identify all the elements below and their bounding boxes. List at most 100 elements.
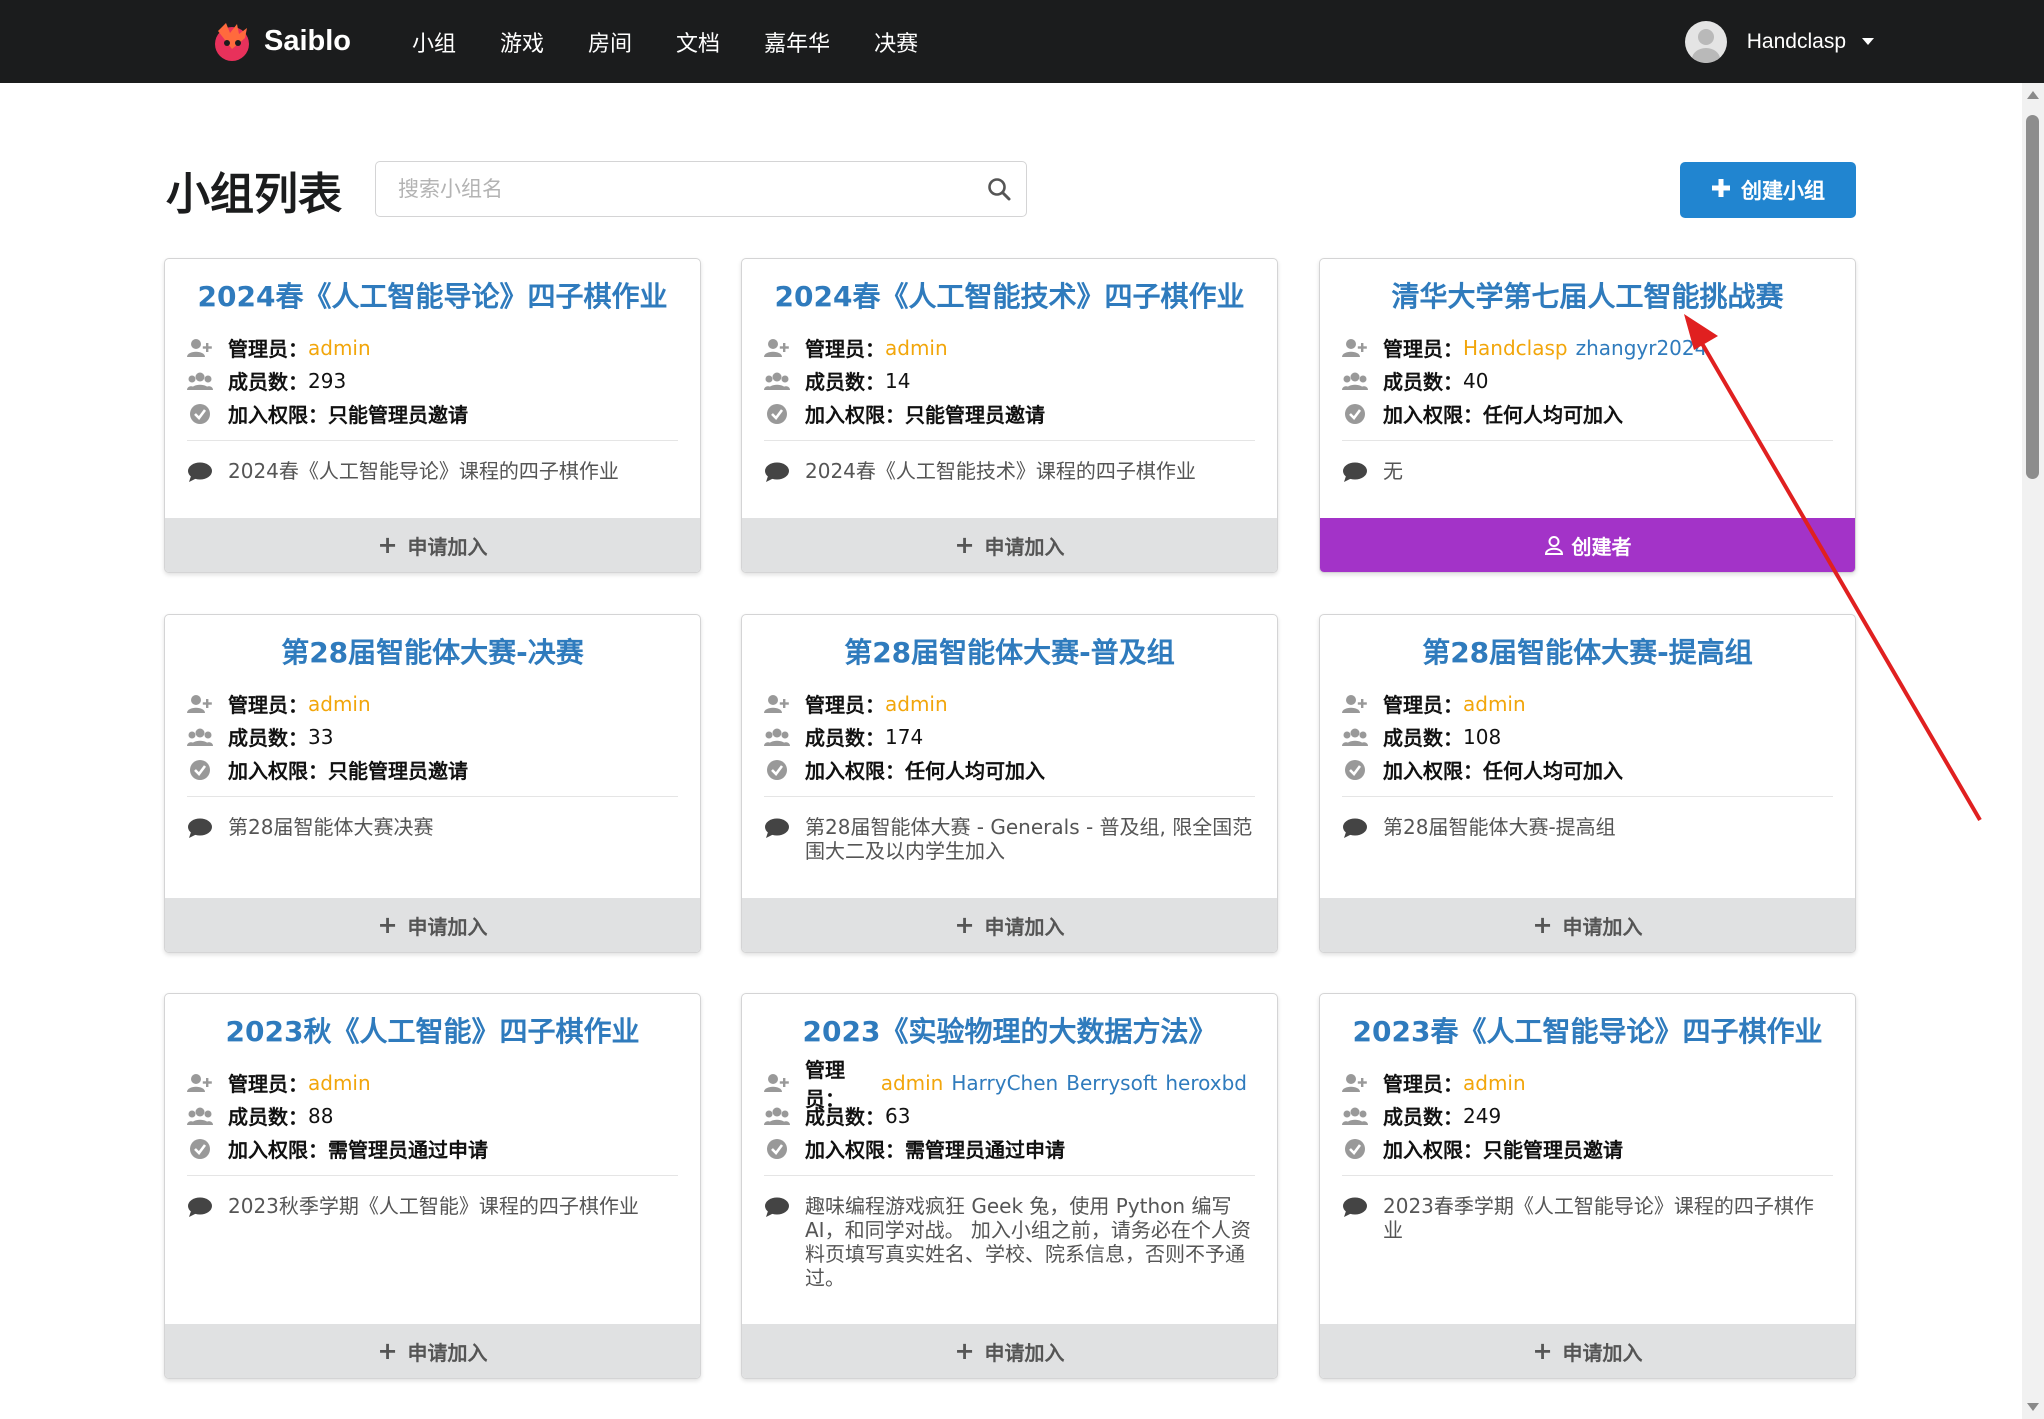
username[interactable]: Handclasp — [1747, 30, 1846, 54]
group-title[interactable]: 第28届智能体大赛-提高组 — [1320, 631, 1855, 671]
member-count: 88 — [308, 1103, 334, 1128]
comment-icon — [1342, 815, 1368, 844]
avatar[interactable] — [1684, 20, 1727, 63]
group-card: 清华大学第七届人工智能挑战赛 管理员： Handclasp zhangyr2024… — [1319, 258, 1856, 573]
comment-icon — [187, 459, 213, 488]
plus-icon: + — [954, 911, 975, 939]
permission-label: 加入权限： — [805, 1138, 905, 1162]
scrollbar[interactable] — [2022, 83, 2044, 1419]
page-title: 小组列表 — [166, 169, 342, 220]
apply-join-button[interactable]: + 申请加入 — [742, 898, 1277, 952]
admin-name[interactable]: admin — [1463, 1071, 1526, 1095]
members-label: 成员数： — [805, 370, 885, 394]
group-meta: 管理员： admin 成员数： 14 加入权限： 只能管理员邀请 — [764, 331, 1255, 430]
comment-icon — [764, 459, 790, 488]
admin-name[interactable]: admin — [885, 336, 948, 360]
permission-value: 需管理员通过申请 — [905, 1138, 1065, 1162]
group-title[interactable]: 2024春《人工智能导论》四子棋作业 — [165, 275, 700, 315]
nav-item-groups[interactable]: 小组 — [412, 26, 456, 58]
admin-name[interactable]: HarryChen — [951, 1071, 1058, 1095]
group-title[interactable]: 清华大学第七届人工智能挑战赛 — [1320, 275, 1855, 315]
admin-name[interactable]: admin — [308, 692, 371, 716]
members-row: 成员数： 293 — [187, 364, 678, 397]
admin-name[interactable]: admin — [881, 1071, 944, 1095]
group-card: 2023《实验物理的大数据方法》 管理员： admin HarryChen Berr… — [741, 993, 1278, 1379]
scrollbar-thumb[interactable] — [2026, 115, 2039, 479]
search-icon[interactable] — [986, 176, 1012, 202]
creator-button[interactable]: 创建者 — [1320, 518, 1855, 572]
brand-name: Saiblo — [264, 24, 352, 57]
caret-down-icon[interactable] — [1862, 38, 1874, 45]
apply-join-button[interactable]: + 申请加入 — [165, 1324, 700, 1378]
user-plus-icon — [187, 693, 213, 715]
check-circle-icon — [1342, 403, 1368, 425]
nav-item-docs[interactable]: 文档 — [676, 26, 720, 58]
check-circle-icon — [1342, 759, 1368, 781]
permission-value: 任何人均可加入 — [1483, 403, 1623, 427]
group-title[interactable]: 2023《实验物理的大数据方法》 — [742, 1010, 1277, 1050]
group-meta: 管理员： admin 成员数： 293 加入权限： 只能管理员邀请 — [187, 331, 678, 430]
nav-item-rooms[interactable]: 房间 — [588, 26, 632, 58]
group-description: 2023秋季学期《人工智能》课程的四子棋作业 — [187, 1194, 678, 1223]
group-description: 2023春季学期《人工智能导论》课程的四子棋作业 — [1342, 1194, 1833, 1242]
users-icon — [187, 370, 213, 392]
members-row: 成员数： 108 — [1342, 720, 1833, 753]
description-text: 2023春季学期《人工智能导论》课程的四子棋作业 — [1383, 1194, 1814, 1242]
admin-label: 管理员： — [1383, 693, 1463, 717]
apply-join-button[interactable]: + 申请加入 — [742, 518, 1277, 572]
members-row: 成员数： 88 — [187, 1099, 678, 1132]
search-input[interactable] — [376, 162, 988, 216]
nav-item-games[interactable]: 游戏 — [500, 26, 544, 58]
admin-label: 管理员： — [1383, 337, 1463, 361]
group-title[interactable]: 2023秋《人工智能》四子棋作业 — [165, 1010, 700, 1050]
admin-list: admin — [1463, 692, 1534, 716]
check-circle-icon — [187, 759, 213, 781]
admin-name[interactable]: heroxbd — [1165, 1071, 1247, 1095]
action-label: 申请加入 — [984, 534, 1065, 559]
brand[interactable]: Saiblo — [210, 18, 351, 64]
permission-row: 加入权限： 需管理员通过申请 — [764, 1132, 1255, 1165]
admin-name[interactable]: admin — [308, 336, 371, 360]
group-title[interactable]: 2023春《人工智能导论》四子棋作业 — [1320, 1010, 1855, 1050]
group-title[interactable]: 第28届智能体大赛-决赛 — [165, 631, 700, 671]
users-icon — [1342, 1105, 1368, 1127]
group-description: 第28届智能体大赛 - Generals - 普及组, 限全国范围大二及以内学生… — [764, 815, 1255, 863]
group-card: 2023春《人工智能导论》四子棋作业 管理员： admin 成员数： 249 加… — [1319, 993, 1856, 1379]
admin-name[interactable]: zhangyr2024 — [1576, 336, 1708, 360]
member-count: 108 — [1463, 724, 1502, 749]
group-meta: 管理员： Handclasp zhangyr2024 成员数： 40 加入权限： … — [1342, 331, 1833, 430]
group-meta: 管理员： admin 成员数： 88 加入权限： 需管理员通过申请 — [187, 1066, 678, 1165]
search-box[interactable] — [375, 161, 1027, 217]
group-title[interactable]: 第28届智能体大赛-普及组 — [742, 631, 1277, 671]
members-row: 成员数： 249 — [1342, 1099, 1833, 1132]
member-count: 40 — [1463, 368, 1489, 393]
apply-join-button[interactable]: + 申请加入 — [165, 518, 700, 572]
admin-name[interactable]: admin — [1463, 692, 1526, 716]
create-group-button[interactable]: 创建小组 — [1680, 162, 1856, 218]
permission-row: 加入权限： 只能管理员邀请 — [187, 753, 678, 786]
scroll-up-arrow-icon[interactable] — [2027, 91, 2039, 99]
nav-item-carnival[interactable]: 嘉年华 — [764, 26, 830, 58]
admin-label: 管理员： — [1383, 1072, 1463, 1096]
user-menu[interactable]: Handclasp — [1684, 0, 1874, 83]
plus-icon: + — [377, 1337, 398, 1365]
admin-row: 管理员： admin — [764, 687, 1255, 720]
admin-name[interactable]: admin — [308, 1071, 371, 1095]
apply-join-button[interactable]: + 申请加入 — [1320, 1324, 1855, 1378]
members-label: 成员数： — [805, 1105, 885, 1129]
description-text: 无 — [1383, 459, 1403, 483]
apply-join-button[interactable]: + 申请加入 — [165, 898, 700, 952]
description-text: 第28届智能体大赛 - Generals - 普及组, 限全国范围大二及以内学生… — [805, 815, 1253, 863]
admin-name[interactable]: Berrysoft — [1066, 1071, 1157, 1095]
group-title[interactable]: 2024春《人工智能技术》四子棋作业 — [742, 275, 1277, 315]
admin-name[interactable]: admin — [885, 692, 948, 716]
permission-label: 加入权限： — [1383, 1138, 1483, 1162]
divider — [187, 796, 678, 797]
scroll-down-arrow-icon[interactable] — [2027, 1403, 2039, 1411]
admin-name[interactable]: Handclasp — [1463, 336, 1568, 360]
nav-item-finals[interactable]: 决赛 — [874, 26, 918, 58]
apply-join-button[interactable]: + 申请加入 — [1320, 898, 1855, 952]
plus-icon: + — [954, 531, 975, 559]
apply-join-button[interactable]: + 申请加入 — [742, 1324, 1277, 1378]
check-circle-icon — [1342, 1138, 1368, 1160]
